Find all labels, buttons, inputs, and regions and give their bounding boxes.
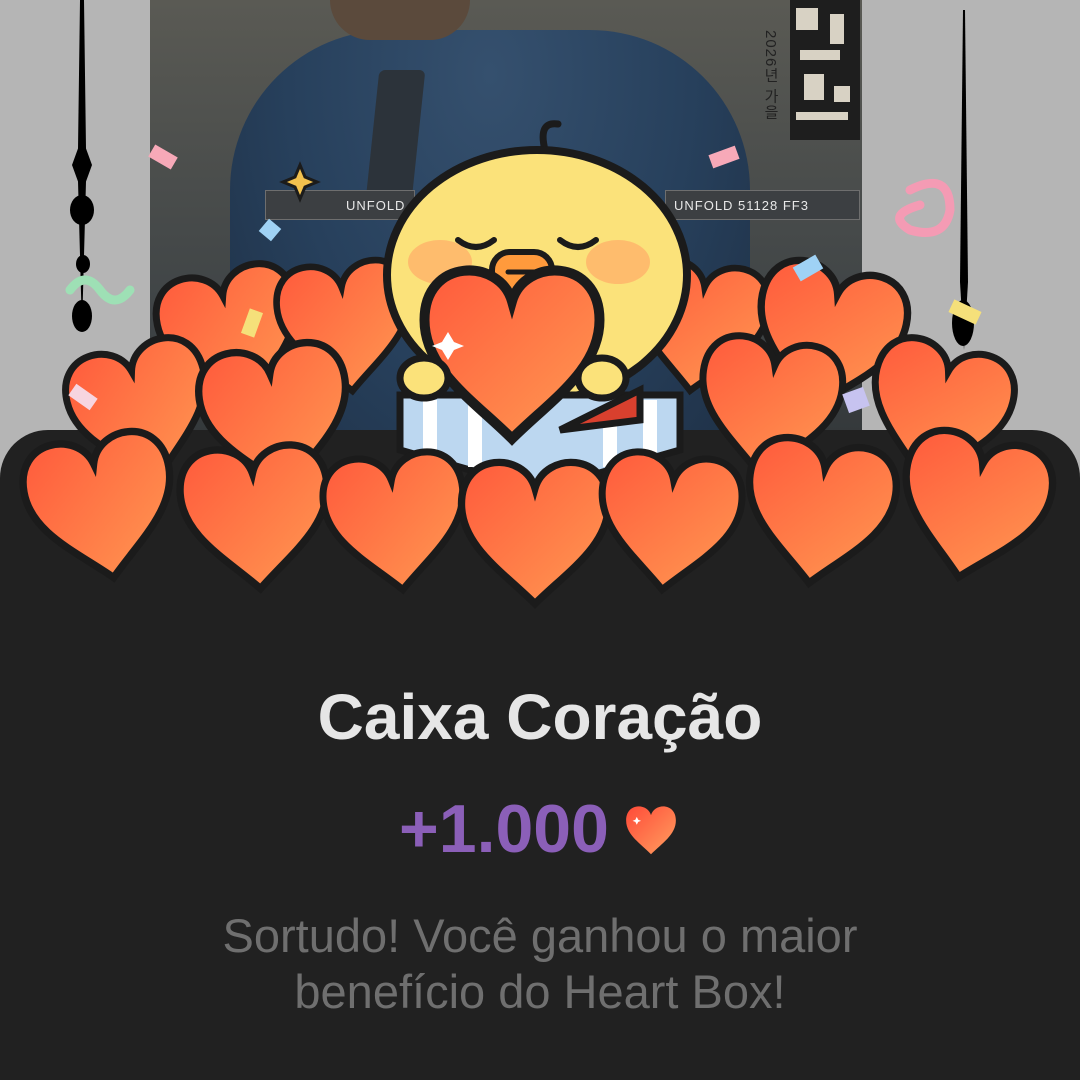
reward-amount-row: +1.000: [0, 790, 1080, 868]
reward-message: Sortudo! Você ganhou o maior benefício d…: [222, 909, 858, 1018]
heart-box-illustration: [0, 120, 1080, 640]
reward-title: Caixa Coração: [317, 681, 763, 753]
heart-icon: [626, 806, 676, 855]
reward-amount: +1.000: [399, 791, 609, 867]
